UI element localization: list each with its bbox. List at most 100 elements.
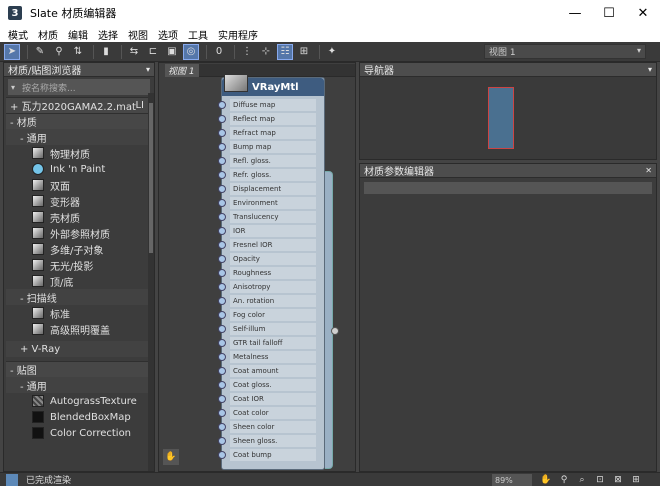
tab-view-1[interactable]: 视图 1 <box>165 64 199 77</box>
material-id-icon[interactable]: 0 <box>211 44 227 60</box>
input-socket-icon[interactable] <box>218 143 226 151</box>
input-socket-icon[interactable] <box>218 227 226 235</box>
menu-view[interactable]: 视图 <box>128 27 148 42</box>
pick-material-icon[interactable]: ✎ <box>32 44 48 60</box>
hide-unused-slots-icon[interactable]: ⊏ <box>145 44 161 60</box>
close-button[interactable]: ✕ <box>626 0 660 26</box>
node-slot[interactable]: Coat bump <box>218 448 322 462</box>
search-input[interactable]: ▾ 按名称搜索... <box>8 79 150 95</box>
panel-menu-icon[interactable]: ▾ <box>648 65 652 74</box>
list-item[interactable]: 壳材质 <box>6 209 154 225</box>
input-socket-icon[interactable] <box>218 115 226 123</box>
list-item[interactable]: 多维/子对象 <box>6 241 154 257</box>
node-slot[interactable]: Fresnel IOR <box>218 238 322 252</box>
list-item[interactable]: 标准 <box>6 305 154 321</box>
node-slot[interactable]: Coat IOR <box>218 392 322 406</box>
input-socket-icon[interactable] <box>218 353 226 361</box>
tree-group-materials[interactable]: - 材质 <box>6 113 154 129</box>
node-slot[interactable]: Refr. gloss. <box>218 168 322 182</box>
node-slot[interactable]: Environment <box>218 196 322 210</box>
close-icon[interactable]: ✕ <box>645 166 652 175</box>
menu-material[interactable]: 材质 <box>38 27 58 42</box>
layout-children-icon[interactable]: ⊹ <box>258 44 274 60</box>
node-slot[interactable]: Coat color <box>218 406 322 420</box>
list-item[interactable]: Ink 'n Paint <box>6 161 154 177</box>
menu-edit[interactable]: 编辑 <box>68 27 88 42</box>
list-item[interactable]: 变形器 <box>6 193 154 209</box>
input-socket-icon[interactable] <box>218 311 226 319</box>
scrollbar-thumb[interactable] <box>149 103 153 253</box>
input-socket-icon[interactable] <box>218 381 226 389</box>
tree-file-entry[interactable]: + 瓦力2020GAMA2.2.mat LI <box>6 97 154 113</box>
input-socket-icon[interactable] <box>218 437 226 445</box>
pan-icon[interactable]: ✋ <box>540 474 552 486</box>
zoom-extents-icon[interactable]: ⊡ <box>594 474 606 486</box>
list-item[interactable]: 物理材质 <box>6 145 154 161</box>
navigator-toggle-icon[interactable]: ⊞ <box>296 44 312 60</box>
input-socket-icon[interactable] <box>218 395 226 403</box>
highlight-icon[interactable]: ✦ <box>324 44 340 60</box>
tree-subgroup-scanline[interactable]: - 扫描线 <box>6 289 154 305</box>
node-slot[interactable]: Coat gloss. <box>218 378 322 392</box>
node-slot[interactable]: GTR tail falloff <box>218 336 322 350</box>
assign-material-icon[interactable]: ⇅ <box>70 44 86 60</box>
search-options-icon[interactable]: ▾ <box>11 83 15 92</box>
node-slot[interactable]: Diffuse map <box>218 98 322 112</box>
menu-options[interactable]: 选项 <box>158 27 178 42</box>
input-socket-icon[interactable] <box>218 185 226 193</box>
list-item[interactable]: Color Correction <box>6 425 154 441</box>
tree-subgroup-vray[interactable]: + V-Ray <box>6 341 154 357</box>
zoom-selected-icon[interactable]: ⊠ <box>612 474 624 486</box>
list-item[interactable]: 无光/投影 <box>6 257 154 273</box>
input-socket-icon[interactable] <box>218 213 226 221</box>
eyedropper-icon[interactable]: ⚲ <box>51 44 67 60</box>
input-socket-icon[interactable] <box>218 423 226 431</box>
node-slot[interactable]: Opacity <box>218 252 322 266</box>
navigator-viewport-box[interactable] <box>488 87 514 149</box>
show-background-icon[interactable]: ◎ <box>183 43 199 60</box>
node-slot[interactable]: IOR <box>218 224 322 238</box>
tree-group-maps[interactable]: - 贴图 <box>6 361 154 377</box>
input-socket-icon[interactable] <box>218 409 226 417</box>
menu-tools[interactable]: 工具 <box>188 27 208 42</box>
node-slot[interactable]: Reflect map <box>218 112 322 126</box>
node-slot[interactable]: Anisotropy <box>218 280 322 294</box>
input-socket-icon[interactable] <box>218 297 226 305</box>
browser-scrollbar[interactable] <box>148 93 154 471</box>
view-canvas[interactable]: 视图 1 VRayMtl Diffuse map Reflect map Refra… <box>158 62 356 472</box>
output-socket[interactable] <box>331 327 339 335</box>
material-params-toggle-icon[interactable]: ☷ <box>277 43 293 60</box>
zoom-icon[interactable]: ⚲ <box>558 474 570 486</box>
input-socket-icon[interactable] <box>218 199 226 207</box>
vraymtl-node[interactable]: VRayMtl Diffuse map Reflect map Refract ma… <box>218 74 325 470</box>
list-item[interactable]: AutograssTexture <box>6 393 154 409</box>
layout-all-icon[interactable]: ⋮ <box>239 44 255 60</box>
list-item[interactable]: 双面 <box>6 177 154 193</box>
maximize-button[interactable]: ☐ <box>592 0 626 26</box>
pan-hand-icon[interactable]: ✋ <box>163 449 179 465</box>
node-slot[interactable]: Fog color <box>218 308 322 322</box>
node-slot[interactable]: Bump map <box>218 140 322 154</box>
list-item[interactable]: BlendedBoxMap <box>6 409 154 425</box>
select-tool-icon[interactable]: ➤ <box>4 43 20 60</box>
node-slot[interactable]: An. rotation <box>218 294 322 308</box>
input-socket-icon[interactable] <box>218 325 226 333</box>
minimize-button[interactable]: — <box>558 0 592 26</box>
tree-subgroup-maps-general[interactable]: - 通用 <box>6 377 154 393</box>
node-slot[interactable]: Sheen color <box>218 420 322 434</box>
menu-mode[interactable]: 模式 <box>8 27 28 42</box>
zoom-input[interactable]: 89% <box>492 474 532 486</box>
input-socket-icon[interactable] <box>218 269 226 277</box>
menu-utilities[interactable]: 实用程序 <box>218 27 258 42</box>
input-socket-icon[interactable] <box>218 339 226 347</box>
node-slot[interactable]: Refl. gloss. <box>218 154 322 168</box>
show-map-icon[interactable]: ▣ <box>164 44 180 60</box>
delete-icon[interactable]: ▮ <box>98 44 114 60</box>
frame-icon[interactable]: ⊞ <box>630 474 642 486</box>
input-socket-icon[interactable] <box>218 255 226 263</box>
node-slot[interactable]: Coat amount <box>218 364 322 378</box>
input-socket-icon[interactable] <box>218 367 226 375</box>
input-socket-icon[interactable] <box>218 241 226 249</box>
view-select-dropdown[interactable]: 视图 1 ▾ <box>484 44 646 59</box>
input-socket-icon[interactable] <box>218 171 226 179</box>
